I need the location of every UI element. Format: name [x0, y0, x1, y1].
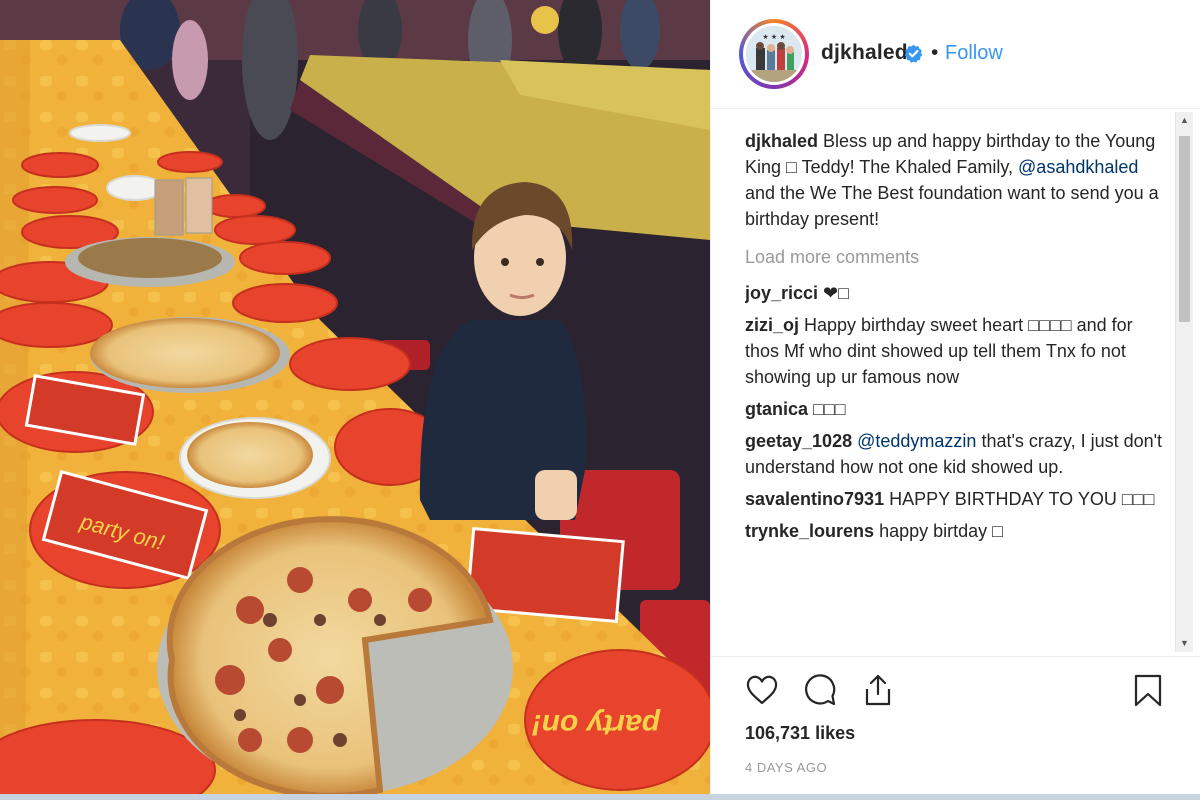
comment-item: trynke_lourens happy birtday □ [745, 518, 1165, 544]
caption: djkhaled Bless up and happy birthday to … [745, 128, 1165, 232]
likes-count[interactable]: 106,731 likes [745, 723, 855, 744]
post-timestamp[interactable]: 4 DAYS AGO [745, 760, 827, 775]
comment-username[interactable]: zizi_oj [745, 315, 799, 335]
post-side-panel: ★ ★ ★ djkhaled • Follow djkhaled Bless u… [710, 0, 1200, 800]
post-photo: party on! party on! [0, 0, 710, 800]
bookmark-icon[interactable] [1131, 673, 1165, 707]
chevron-up-icon[interactable]: ▲ [1176, 112, 1193, 129]
share-icon[interactable] [861, 673, 895, 707]
comments-list[interactable]: djkhaled Bless up and happy birthday to … [745, 128, 1165, 652]
comment-text: Happy birthday sweet heart □□□□ and for … [745, 315, 1133, 387]
comment-text: happy birtday □ [874, 521, 1004, 541]
window-bottom-edge [0, 794, 1200, 800]
svg-text:★ ★ ★: ★ ★ ★ [762, 33, 785, 41]
comment-text: HAPPY BIRTHDAY TO YOU □□□ [884, 489, 1155, 509]
comment-mention[interactable]: @teddymazzin [857, 431, 976, 451]
comment-item: joy_ricci ❤□ [745, 280, 1165, 306]
comments-scrollbar[interactable]: ▲ ▼ [1175, 112, 1193, 652]
comment-item: zizi_oj Happy birthday sweet heart □□□□ … [745, 312, 1165, 390]
comment-item: geetay_1028 @teddymazzin that's crazy, I… [745, 428, 1165, 480]
follow-button[interactable]: Follow [945, 42, 1003, 65]
caption-text-3: and the We The Best foundation want to s… [745, 183, 1159, 229]
comment-username[interactable]: geetay_1028 [745, 431, 852, 451]
comment-text: ❤□ [818, 283, 850, 303]
post-actions: 106,731 likes 4 DAYS AGO [711, 656, 1200, 801]
caption-emoji: □ [786, 157, 797, 177]
avatar-ring: ★ ★ ★ [743, 23, 805, 85]
comment-bubble-icon[interactable] [803, 673, 837, 707]
chevron-down-icon[interactable]: ▼ [1176, 635, 1193, 652]
follow-separator: • [931, 41, 939, 64]
avatar-illustration: ★ ★ ★ [746, 26, 802, 82]
comment-username[interactable]: gtanica [745, 399, 808, 419]
comment-username[interactable]: joy_ricci [745, 283, 818, 303]
verified-badge-icon [904, 44, 923, 63]
username-link[interactable]: djkhaled [821, 41, 908, 65]
comment-text: □□□ [808, 399, 846, 419]
scrollbar-thumb[interactable] [1179, 136, 1190, 322]
party-photo-illustration: party on! party on! [0, 0, 710, 800]
comment-username[interactable]: savalentino7931 [745, 489, 884, 509]
load-more-comments-button[interactable]: Load more comments [745, 244, 1165, 270]
comment-item: gtanica □□□ [745, 396, 1165, 422]
post-header: ★ ★ ★ djkhaled • Follow [711, 0, 1200, 109]
caption-username[interactable]: djkhaled [745, 131, 818, 151]
comment-item: savalentino7931 HAPPY BIRTHDAY TO YOU □□… [745, 486, 1165, 512]
heart-icon[interactable] [745, 673, 779, 707]
avatar-image: ★ ★ ★ [746, 26, 802, 82]
avatar[interactable]: ★ ★ ★ [739, 19, 809, 89]
comment-username[interactable]: trynke_lourens [745, 521, 874, 541]
plate-text-2: party on! [532, 708, 661, 741]
caption-mention[interactable]: @asahdkhaled [1018, 157, 1138, 177]
caption-text-2: Teddy! The Khaled Family, [796, 157, 1019, 177]
